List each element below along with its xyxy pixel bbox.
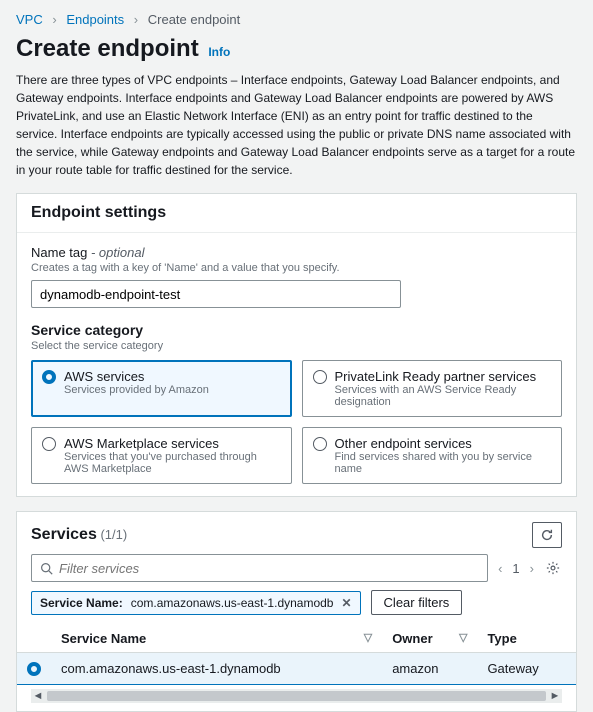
search-icon: [40, 562, 53, 575]
col-select: [17, 625, 51, 653]
page-prev[interactable]: ‹: [496, 561, 504, 576]
radio-icon: [42, 370, 56, 384]
name-tag-hint: Creates a tag with a key of 'Name' and a…: [31, 262, 562, 274]
filter-value: com.amazonaws.us-east-1.dynamodb: [131, 596, 334, 610]
col-owner[interactable]: Owner▽: [382, 625, 477, 653]
services-title: Services: [31, 526, 97, 543]
service-search-input[interactable]: [59, 561, 479, 576]
category-marketplace[interactable]: AWS Marketplace services Services that y…: [31, 427, 292, 484]
page-number: 1: [512, 561, 519, 576]
clear-filters-button[interactable]: Clear filters: [371, 590, 463, 615]
radio-subtitle: Services that you've purchased through A…: [64, 451, 281, 475]
page-title: Create endpoint: [16, 35, 199, 63]
breadcrumb: VPC › Endpoints › Create endpoint: [16, 12, 577, 27]
page-next[interactable]: ›: [528, 561, 536, 576]
endpoint-settings-panel: Endpoint settings Name tag - optional Cr…: [16, 193, 577, 497]
breadcrumb-endpoints[interactable]: Endpoints: [66, 12, 124, 27]
cell-service-name: com.amazonaws.us-east-1.dynamodb: [51, 653, 382, 685]
radio-icon: [313, 437, 327, 451]
radio-icon: [42, 437, 56, 451]
radio-title: AWS services: [64, 369, 209, 384]
horizontal-scrollbar[interactable]: ◄ ►: [31, 689, 562, 703]
services-panel: Services (1/1) ‹ 1 › Service Name: com.a…: [16, 511, 577, 712]
radio-icon: [313, 370, 327, 384]
service-search[interactable]: [31, 554, 488, 582]
sort-icon: ▽: [459, 631, 467, 644]
row-radio[interactable]: [27, 662, 41, 676]
chevron-right-icon: ›: [52, 12, 56, 27]
filter-token: Service Name: com.amazonaws.us-east-1.dy…: [31, 591, 361, 615]
radio-subtitle: Services with an AWS Service Ready desig…: [335, 384, 552, 408]
refresh-icon: [540, 528, 554, 542]
services-table: Service Name▽ Owner▽ Type com.amazonaws.…: [17, 625, 576, 685]
table-row[interactable]: com.amazonaws.us-east-1.dynamodb amazon …: [17, 653, 576, 685]
chevron-right-icon: ›: [134, 12, 138, 27]
name-tag-input[interactable]: [31, 280, 401, 308]
service-category-hint: Select the service category: [31, 340, 562, 352]
category-privatelink-partner[interactable]: PrivateLink Ready partner services Servi…: [302, 360, 563, 417]
cell-owner: amazon: [382, 653, 477, 685]
info-link[interactable]: Info: [208, 45, 230, 59]
breadcrumb-vpc[interactable]: VPC: [16, 12, 43, 27]
category-other[interactable]: Other endpoint services Find services sh…: [302, 427, 563, 484]
scroll-thumb[interactable]: [47, 691, 546, 701]
radio-subtitle: Find services shared with you by service…: [335, 451, 552, 475]
pagination: ‹ 1 ›: [496, 561, 562, 576]
cell-type: Gateway: [477, 653, 576, 685]
radio-title: Other endpoint services: [335, 436, 552, 451]
scroll-left-icon[interactable]: ◄: [31, 690, 45, 702]
radio-title: AWS Marketplace services: [64, 436, 281, 451]
remove-filter[interactable]: ✕: [341, 596, 351, 610]
name-tag-label: Name tag - optional: [31, 245, 562, 260]
col-service-name[interactable]: Service Name▽: [51, 625, 382, 653]
service-category-title: Service category: [31, 322, 562, 338]
intro-text: There are three types of VPC endpoints –…: [16, 71, 577, 179]
sort-icon: ▽: [364, 631, 372, 644]
refresh-button[interactable]: [532, 522, 562, 548]
scroll-right-icon[interactable]: ►: [548, 690, 562, 702]
settings-button[interactable]: [544, 561, 562, 575]
breadcrumb-current: Create endpoint: [148, 12, 241, 27]
radio-title: PrivateLink Ready partner services: [335, 369, 552, 384]
panel-title: Endpoint settings: [17, 194, 576, 233]
col-type[interactable]: Type: [477, 625, 576, 653]
radio-subtitle: Services provided by Amazon: [64, 384, 209, 396]
services-count: (1/1): [100, 527, 127, 542]
filter-label: Service Name:: [40, 596, 123, 610]
gear-icon: [546, 561, 560, 575]
category-aws-services[interactable]: AWS services Services provided by Amazon: [31, 360, 292, 417]
